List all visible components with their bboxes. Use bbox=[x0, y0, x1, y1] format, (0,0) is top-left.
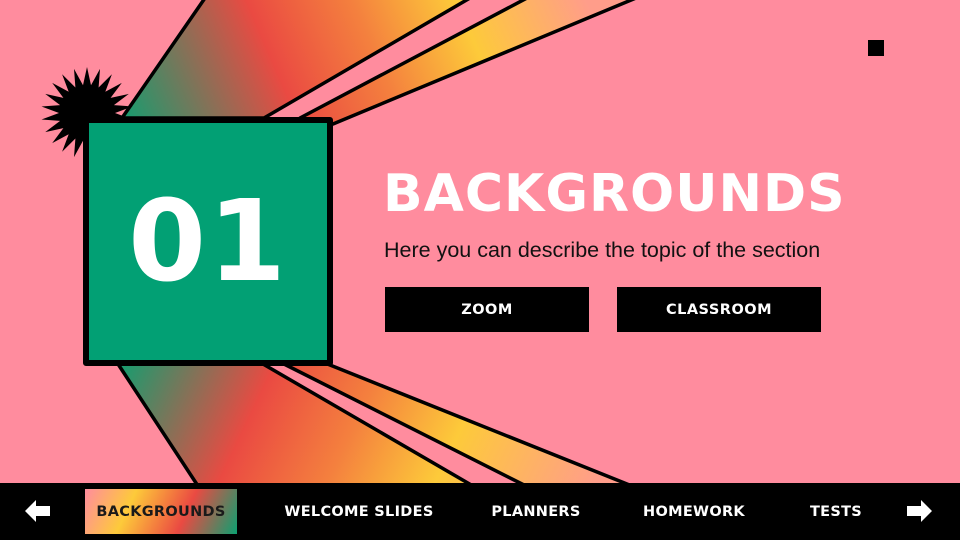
slide: 01 BACKGROUNDS Here you can describe the… bbox=[0, 0, 960, 540]
section-title: BACKGROUNDS bbox=[383, 164, 846, 224]
nav-item-tests[interactable]: TESTS bbox=[796, 489, 876, 534]
next-button[interactable] bbox=[904, 497, 934, 525]
classroom-button[interactable]: CLASSROOM bbox=[617, 287, 821, 332]
nav-item-backgrounds[interactable]: BACKGROUNDS bbox=[85, 489, 237, 534]
nav-item-label: TESTS bbox=[809, 503, 863, 520]
arrow-left-icon bbox=[25, 500, 50, 522]
nav-item-homework[interactable]: HOMEWORK bbox=[630, 489, 758, 534]
decorative-square bbox=[868, 40, 884, 56]
arrow-right-icon bbox=[907, 500, 932, 522]
previous-button[interactable] bbox=[23, 497, 53, 525]
zoom-button[interactable]: ZOOM bbox=[385, 287, 589, 332]
section-subtitle: Here you can describe the topic of the s… bbox=[384, 238, 821, 262]
nav-item-label: BACKGROUNDS bbox=[96, 503, 226, 520]
nav-item-label: HOMEWORK bbox=[643, 503, 745, 520]
bottom-navbar: BACKGROUNDS WELCOME SLIDES PLANNERS HOME… bbox=[0, 483, 960, 540]
section-number-box: 01 bbox=[83, 117, 333, 366]
nav-item-label: PLANNERS bbox=[491, 503, 581, 520]
nav-item-label: WELCOME SLIDES bbox=[284, 503, 434, 520]
nav-item-welcome-slides[interactable]: WELCOME SLIDES bbox=[270, 489, 448, 534]
nav-item-planners[interactable]: PLANNERS bbox=[477, 489, 595, 534]
section-number: 01 bbox=[128, 176, 288, 307]
